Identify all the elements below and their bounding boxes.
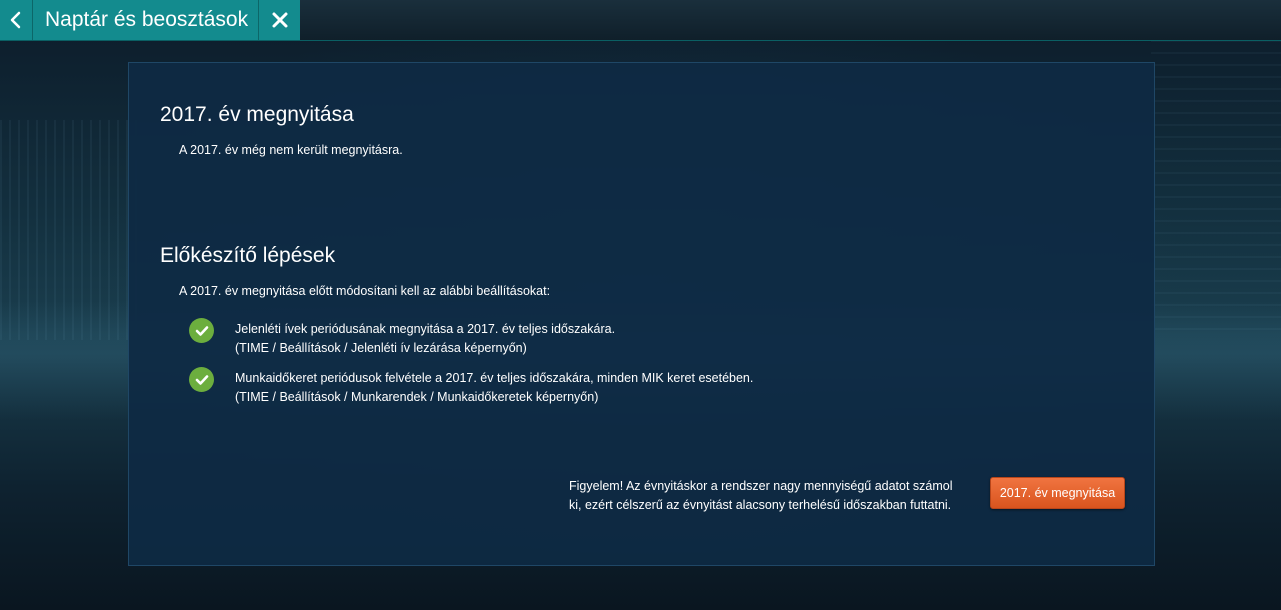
prep-step-item: Jelenléti ívek periódusának megnyitása a… — [189, 318, 615, 358]
year-opening-panel: 2017. év megnyitása A 2017. év még nem k… — [128, 62, 1155, 566]
prep-section-title: Előkészítő lépések — [160, 244, 336, 267]
check-circle-icon — [189, 318, 214, 343]
prep-step-description: Munkaidőkeret periódusok felvétele a 201… — [235, 371, 754, 385]
prep-step-description: Jelenléti ívek periódusának megnyitása a… — [235, 322, 616, 336]
year-section-title: 2017. év megnyitása — [160, 103, 354, 126]
prep-intro-text: A 2017. év megnyitása előtt módosítani k… — [179, 284, 551, 298]
warning-line: ki, ezért célszerű az évnyitást alacsony… — [569, 498, 952, 512]
prep-step-item: Munkaidőkeret periódusok felvétele a 201… — [189, 367, 753, 407]
background-building — [1151, 40, 1281, 340]
prep-step-path: (TIME / Beállítások / Munkarendek / Munk… — [235, 390, 599, 404]
background-bridge — [0, 120, 140, 340]
page-title: Naptár és beosztások — [33, 0, 260, 40]
open-year-button[interactable]: 2017. év megnyitása — [990, 477, 1125, 509]
prep-step-path: (TIME / Beállítások / Jelenléti ív lezár… — [235, 341, 527, 355]
check-circle-icon — [189, 367, 214, 392]
close-icon — [272, 12, 288, 28]
header-tab-group: Naptár és beosztások — [0, 0, 301, 40]
prep-step-text: Munkaidőkeret periódusok felvétele a 201… — [235, 369, 753, 407]
year-status-message: A 2017. év még nem került megnyitásra. — [179, 143, 403, 157]
top-bar: Naptár és beosztások — [0, 0, 1281, 41]
back-button[interactable] — [0, 0, 33, 40]
close-button[interactable] — [259, 0, 301, 40]
warning-message: Figyelem! Az évnyitáskor a rendszer nagy… — [569, 477, 969, 515]
prep-step-text: Jelenléti ívek periódusának megnyitása a… — [235, 320, 615, 358]
warning-line: Figyelem! Az évnyitáskor a rendszer nagy… — [569, 479, 953, 493]
chevron-left-icon — [10, 11, 21, 29]
